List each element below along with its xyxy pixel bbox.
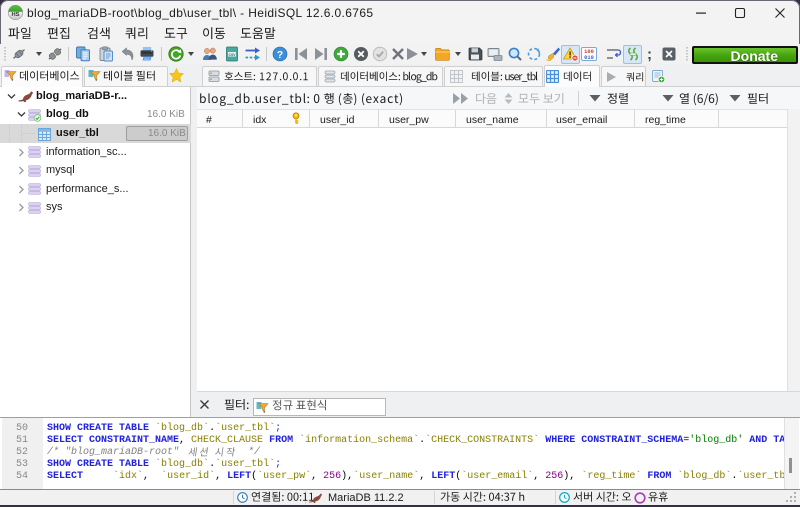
svg-text:HS: HS [11,12,19,18]
